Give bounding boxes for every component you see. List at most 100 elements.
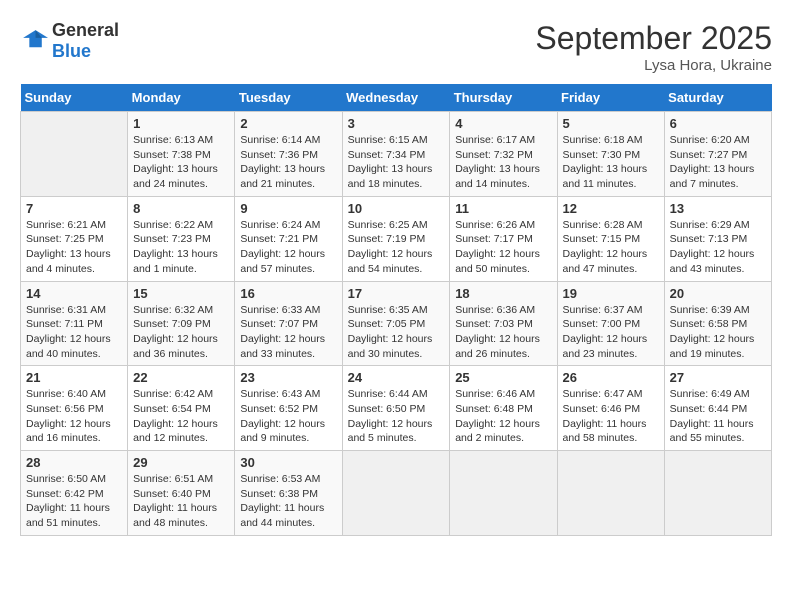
day-number: 27	[670, 370, 766, 385]
day-cell: 20Sunrise: 6:39 AMSunset: 6:58 PMDayligh…	[664, 281, 771, 366]
day-info: Sunrise: 6:18 AMSunset: 7:30 PMDaylight:…	[563, 133, 659, 192]
day-info: Sunrise: 6:29 AMSunset: 7:13 PMDaylight:…	[670, 218, 766, 277]
week-row-3: 14 Sunrise: 6:31 AMSunset: 7:11 PMDayligh…	[21, 281, 772, 366]
day-info: Sunrise: 6:32 AMSunset: 7:09 PMDaylight:…	[133, 303, 229, 362]
header-tuesday: Tuesday	[235, 84, 342, 112]
day-info: Sunrise: 6:53 AMSunset: 6:38 PMDaylight:…	[240, 472, 336, 531]
day-cell: 30 Sunrise: 6:53 AMSunset: 6:38 PMDayligh…	[235, 451, 342, 536]
day-number: 11	[455, 201, 551, 216]
header-wednesday: Wednesday	[342, 84, 450, 112]
day-cell: 21Sunrise: 6:40 AMSunset: 6:56 PMDayligh…	[21, 366, 128, 451]
calendar-body: 1Sunrise: 6:13 AMSunset: 7:38 PMDaylight…	[21, 112, 772, 536]
day-cell: 13Sunrise: 6:29 AMSunset: 7:13 PMDayligh…	[664, 196, 771, 281]
logo-text: General Blue	[52, 20, 119, 62]
day-number: 29	[133, 455, 229, 470]
day-number: 30	[240, 455, 336, 470]
day-cell: 26Sunrise: 6:47 AMSunset: 6:46 PMDayligh…	[557, 366, 664, 451]
logo-general: General	[52, 20, 119, 40]
day-cell: 15 Sunrise: 6:32 AMSunset: 7:09 PMDayligh…	[128, 281, 235, 366]
day-cell: 14 Sunrise: 6:31 AMSunset: 7:11 PMDayligh…	[21, 281, 128, 366]
day-number: 17	[348, 286, 445, 301]
day-info: Sunrise: 6:36 AMSunset: 7:03 PMDaylight:…	[455, 303, 551, 362]
day-cell: 8Sunrise: 6:22 AMSunset: 7:23 PMDaylight…	[128, 196, 235, 281]
page-header: General Blue September 2025 Lysa Hora, U…	[20, 20, 772, 74]
day-info: Sunrise: 6:47 AMSunset: 6:46 PMDaylight:…	[563, 387, 659, 446]
calendar-table: SundayMondayTuesdayWednesdayThursdayFrid…	[20, 84, 772, 536]
header-saturday: Saturday	[664, 84, 771, 112]
day-cell: 23 Sunrise: 6:43 AMSunset: 6:52 PMDayligh…	[235, 366, 342, 451]
header-friday: Friday	[557, 84, 664, 112]
week-row-5: 28 Sunrise: 6:50 AMSunset: 6:42 PMDayligh…	[21, 451, 772, 536]
day-number: 9	[240, 201, 336, 216]
header-sunday: Sunday	[21, 84, 128, 112]
day-cell	[21, 112, 128, 197]
day-cell: 6 Sunrise: 6:20 AMSunset: 7:27 PMDaylight…	[664, 112, 771, 197]
day-cell: 16Sunrise: 6:33 AMSunset: 7:07 PMDayligh…	[235, 281, 342, 366]
title-block: September 2025 Lysa Hora, Ukraine	[535, 20, 772, 74]
day-info: Sunrise: 6:37 AMSunset: 7:00 PMDaylight:…	[563, 303, 659, 362]
day-info: Sunrise: 6:50 AMSunset: 6:42 PMDaylight:…	[26, 472, 122, 531]
day-number: 4	[455, 116, 551, 131]
day-cell: 9 Sunrise: 6:24 AMSunset: 7:21 PMDaylight…	[235, 196, 342, 281]
calendar-header: SundayMondayTuesdayWednesdayThursdayFrid…	[21, 84, 772, 112]
day-cell: 19 Sunrise: 6:37 AMSunset: 7:00 PMDayligh…	[557, 281, 664, 366]
day-cell: 3 Sunrise: 6:15 AMSunset: 7:34 PMDaylight…	[342, 112, 450, 197]
day-number: 25	[455, 370, 551, 385]
day-cell: 10Sunrise: 6:25 AMSunset: 7:19 PMDayligh…	[342, 196, 450, 281]
day-number: 3	[348, 116, 445, 131]
header-monday: Monday	[128, 84, 235, 112]
month-title: September 2025	[535, 20, 772, 57]
day-info: Sunrise: 6:15 AMSunset: 7:34 PMDaylight:…	[348, 133, 445, 192]
day-number: 6	[670, 116, 766, 131]
header-thursday: Thursday	[450, 84, 557, 112]
day-info: Sunrise: 6:21 AMSunset: 7:25 PMDaylight:…	[26, 218, 122, 277]
day-cell: 7 Sunrise: 6:21 AMSunset: 7:25 PMDaylight…	[21, 196, 128, 281]
day-number: 7	[26, 201, 122, 216]
day-cell	[450, 451, 557, 536]
day-number: 28	[26, 455, 122, 470]
day-cell: 18 Sunrise: 6:36 AMSunset: 7:03 PMDayligh…	[450, 281, 557, 366]
logo-blue: Blue	[52, 41, 91, 61]
day-cell: 24Sunrise: 6:44 AMSunset: 6:50 PMDayligh…	[342, 366, 450, 451]
day-cell: 29 Sunrise: 6:51 AMSunset: 6:40 PMDayligh…	[128, 451, 235, 536]
day-cell: 12Sunrise: 6:28 AMSunset: 7:15 PMDayligh…	[557, 196, 664, 281]
logo: General Blue	[20, 20, 119, 62]
day-info: Sunrise: 6:49 AMSunset: 6:44 PMDaylight:…	[670, 387, 766, 446]
day-number: 23	[240, 370, 336, 385]
day-cell: 11Sunrise: 6:26 AMSunset: 7:17 PMDayligh…	[450, 196, 557, 281]
day-cell: 4 Sunrise: 6:17 AMSunset: 7:32 PMDaylight…	[450, 112, 557, 197]
day-cell: 27 Sunrise: 6:49 AMSunset: 6:44 PMDayligh…	[664, 366, 771, 451]
day-number: 10	[348, 201, 445, 216]
day-cell: 22Sunrise: 6:42 AMSunset: 6:54 PMDayligh…	[128, 366, 235, 451]
day-info: Sunrise: 6:51 AMSunset: 6:40 PMDaylight:…	[133, 472, 229, 531]
day-number: 18	[455, 286, 551, 301]
day-info: Sunrise: 6:43 AMSunset: 6:52 PMDaylight:…	[240, 387, 336, 446]
day-info: Sunrise: 6:17 AMSunset: 7:32 PMDaylight:…	[455, 133, 551, 192]
day-info: Sunrise: 6:20 AMSunset: 7:27 PMDaylight:…	[670, 133, 766, 192]
day-number: 15	[133, 286, 229, 301]
day-info: Sunrise: 6:13 AMSunset: 7:38 PMDaylight:…	[133, 133, 229, 192]
day-info: Sunrise: 6:24 AMSunset: 7:21 PMDaylight:…	[240, 218, 336, 277]
day-cell: 2Sunrise: 6:14 AMSunset: 7:36 PMDaylight…	[235, 112, 342, 197]
day-info: Sunrise: 6:35 AMSunset: 7:05 PMDaylight:…	[348, 303, 445, 362]
day-info: Sunrise: 6:46 AMSunset: 6:48 PMDaylight:…	[455, 387, 551, 446]
day-cell	[342, 451, 450, 536]
day-info: Sunrise: 6:31 AMSunset: 7:11 PMDaylight:…	[26, 303, 122, 362]
week-row-2: 7 Sunrise: 6:21 AMSunset: 7:25 PMDaylight…	[21, 196, 772, 281]
day-cell	[664, 451, 771, 536]
day-cell: 1Sunrise: 6:13 AMSunset: 7:38 PMDaylight…	[128, 112, 235, 197]
day-number: 19	[563, 286, 659, 301]
logo-icon	[20, 27, 48, 55]
location-subtitle: Lysa Hora, Ukraine	[535, 57, 772, 74]
week-row-4: 21Sunrise: 6:40 AMSunset: 6:56 PMDayligh…	[21, 366, 772, 451]
day-number: 14	[26, 286, 122, 301]
day-number: 12	[563, 201, 659, 216]
day-number: 16	[240, 286, 336, 301]
day-info: Sunrise: 6:42 AMSunset: 6:54 PMDaylight:…	[133, 387, 229, 446]
day-cell: 5Sunrise: 6:18 AMSunset: 7:30 PMDaylight…	[557, 112, 664, 197]
header-row: SundayMondayTuesdayWednesdayThursdayFrid…	[21, 84, 772, 112]
day-number: 8	[133, 201, 229, 216]
day-cell	[557, 451, 664, 536]
week-row-1: 1Sunrise: 6:13 AMSunset: 7:38 PMDaylight…	[21, 112, 772, 197]
day-cell: 17 Sunrise: 6:35 AMSunset: 7:05 PMDayligh…	[342, 281, 450, 366]
